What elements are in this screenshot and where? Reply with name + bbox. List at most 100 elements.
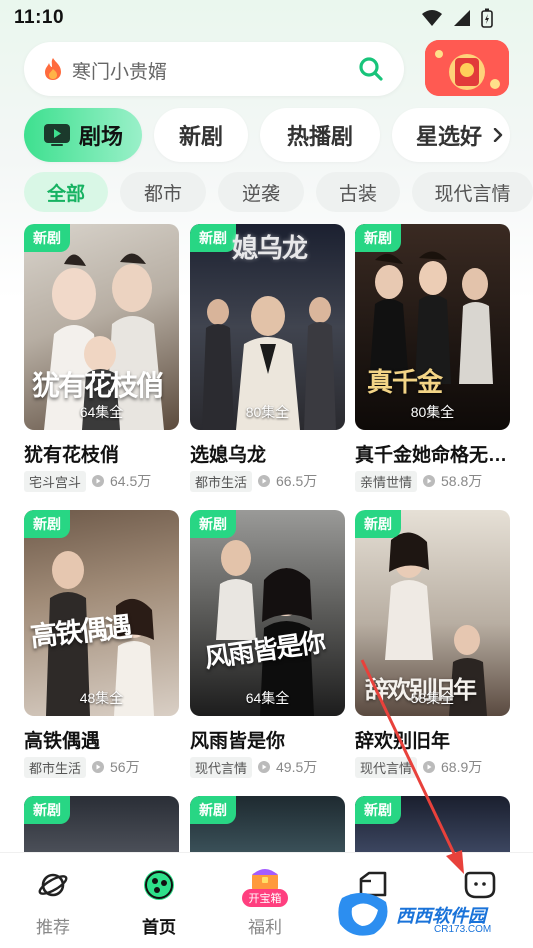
tab-hot[interactable]: 热播剧 — [260, 108, 380, 162]
tab-theater[interactable]: 剧场 — [24, 108, 142, 162]
new-badge: 新剧 — [355, 224, 401, 252]
play-icon — [258, 761, 271, 773]
drama-poster[interactable]: 新剧 媳乌龙 80集全 — [190, 224, 345, 430]
status-time: 11:10 — [14, 7, 65, 28]
category-costume[interactable]: 古装 — [316, 172, 400, 212]
tab-label: 剧场 — [78, 124, 123, 149]
drama-poster[interactable]: 新剧 高铁偶遇 48集全 — [24, 510, 179, 716]
drama-title[interactable]: 真千金她命格无… — [355, 440, 510, 467]
drama-poster[interactable]: 新剧 风雨皆是你 64集全 — [190, 510, 345, 716]
tab-label: 星选好 — [416, 124, 483, 149]
category-comeback[interactable]: 逆袭 — [218, 172, 304, 212]
nav-label: 推荐 — [36, 918, 70, 937]
view-count: 56万 — [110, 759, 140, 775]
tab-new-drama[interactable]: 新剧 — [154, 108, 248, 162]
poster-title: 真千金 — [367, 368, 443, 398]
chevron-right-icon — [493, 128, 503, 142]
play-icon — [423, 761, 436, 773]
drama-meta: 都市生活 66.5万 — [190, 470, 317, 492]
play-icon — [423, 475, 436, 487]
category-label: 古装 — [338, 183, 377, 205]
watermark: 西西软件园 CR173.COM — [334, 888, 514, 940]
nav-label: 首页 — [142, 918, 176, 937]
search-bar[interactable]: 寒门小贵婿 — [24, 42, 404, 96]
wifi-icon — [422, 10, 442, 26]
new-badge: 新剧 — [190, 224, 236, 252]
status-bar: 11:10 — [0, 0, 533, 36]
drama-meta: 都市生活 56万 — [24, 756, 140, 778]
tabs-more-button[interactable] — [486, 123, 510, 147]
drama-meta: 宅斗宫斗 64.5万 — [24, 470, 151, 492]
play-icon — [92, 475, 105, 487]
view-count: 58.8万 — [441, 473, 483, 489]
drama-poster[interactable]: 新剧 — [24, 796, 179, 852]
nav-recommend[interactable]: 推荐 — [0, 853, 106, 948]
episode-count: 64集全 — [245, 690, 290, 706]
planet-icon — [38, 873, 68, 897]
episode-count: 58集全 — [410, 690, 455, 706]
genre-tag: 都市生活 — [24, 756, 87, 778]
play-icon — [258, 475, 271, 487]
episode-count: 80集全 — [410, 404, 455, 420]
chest-badge: 开宝箱 — [242, 889, 288, 907]
battery-icon — [481, 8, 493, 28]
watermark-sub: CR173.COM — [434, 924, 492, 935]
view-count: 66.5万 — [276, 473, 318, 489]
drama-meta: 现代言情 49.5万 — [190, 756, 317, 778]
flame-icon — [45, 58, 61, 80]
category-label: 都市 — [143, 183, 182, 205]
drama-poster[interactable]: 新剧 — [190, 796, 345, 852]
new-badge: 新剧 — [24, 224, 70, 252]
drama-title[interactable]: 选媳乌龙 — [190, 440, 345, 467]
category-all[interactable]: 全部 — [24, 172, 108, 212]
new-badge: 新剧 — [190, 796, 236, 824]
tab-label: 新剧 — [178, 124, 223, 149]
drama-meta: 现代言情 68.9万 — [355, 756, 482, 778]
theater-icon — [43, 124, 70, 146]
search-icon[interactable] — [358, 56, 384, 82]
genre-tag: 现代言情 — [355, 756, 418, 778]
play-icon — [92, 761, 105, 773]
drama-meta: 亲情世情 58.8万 — [355, 470, 482, 492]
new-badge: 新剧 — [355, 796, 401, 824]
drama-title[interactable]: 辞欢别旧年 — [355, 726, 510, 753]
new-badge: 新剧 — [355, 510, 401, 538]
view-count: 68.9万 — [441, 759, 483, 775]
new-badge: 新剧 — [24, 796, 70, 824]
watermark-logo-icon — [338, 892, 388, 936]
poster-title: 媳乌龙 — [232, 234, 308, 264]
poster-art — [369, 251, 493, 384]
nav-welfare[interactable]: 开宝箱 福利 — [212, 853, 318, 948]
drama-poster[interactable]: 新剧 — [355, 796, 510, 852]
promo-red-envelope[interactable] — [425, 40, 509, 96]
category-label: 逆袭 — [241, 183, 280, 205]
search-input[interactable]: 寒门小贵婿 — [72, 57, 167, 84]
tab-label: 热播剧 — [286, 124, 353, 149]
red-packet-icon — [425, 40, 509, 96]
poster-title: 犹有花枝俏 — [32, 369, 164, 402]
episode-count: 48集全 — [79, 690, 124, 706]
home-dots-icon — [144, 870, 174, 900]
category-filter: 全部 都市 逆袭 古装 现代言情 — [24, 172, 533, 214]
category-modern-romance[interactable]: 现代言情 — [412, 172, 533, 212]
nav-home[interactable]: 首页 — [106, 853, 212, 948]
drama-title[interactable]: 风雨皆是你 — [190, 726, 345, 753]
drama-title[interactable]: 高铁偶遇 — [24, 726, 179, 753]
episode-count: 64集全 — [79, 404, 124, 420]
new-badge: 新剧 — [24, 510, 70, 538]
signal-icon — [454, 10, 470, 26]
genre-tag: 都市生活 — [190, 470, 253, 492]
status-icons — [421, 8, 493, 28]
new-badge: 新剧 — [190, 510, 236, 538]
drama-poster[interactable]: 新剧 真千金 80集全 — [355, 224, 510, 430]
drama-title[interactable]: 犹有花枝俏 — [24, 440, 179, 467]
nav-label: 福利 — [248, 918, 282, 937]
drama-poster[interactable]: 新剧 辞欢别旧年 58集全 — [355, 510, 510, 716]
top-tabs: 剧场 新剧 热播剧 星选好 — [24, 108, 533, 164]
episode-count: 80集全 — [245, 404, 290, 420]
genre-tag: 现代言情 — [190, 756, 253, 778]
drama-poster[interactable]: 新剧 犹有花枝俏 64集全 — [24, 224, 179, 430]
genre-tag: 亲情世情 — [355, 470, 418, 492]
category-label: 现代言情 — [434, 183, 511, 205]
category-urban[interactable]: 都市 — [120, 172, 206, 212]
